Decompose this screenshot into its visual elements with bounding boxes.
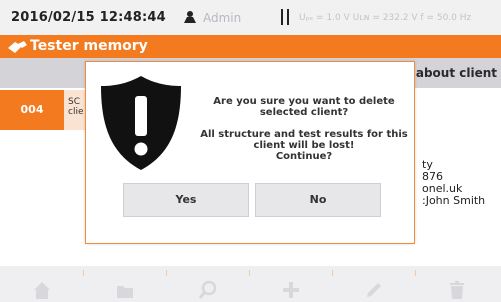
memory-icon: [8, 41, 27, 53]
no-button[interactable]: No: [255, 183, 381, 217]
client-details: ty 876 onel.uk :John Smith: [422, 159, 485, 207]
column-header-about-client: about client: [415, 66, 497, 80]
title-bar: Tester memory: [0, 35, 501, 58]
folder-icon: [117, 286, 133, 298]
warning-shield-icon: [101, 76, 181, 170]
status-bar: 2016/02/15 12:48:44 Admin Uₚₑ = 1.0 V Uʟ…: [0, 0, 501, 35]
folder-button[interactable]: [83, 266, 166, 302]
search-button[interactable]: [166, 266, 249, 302]
user-icon: [184, 11, 196, 23]
dialog-line: Continue?: [275, 151, 333, 162]
delete-icon: [450, 281, 464, 299]
plug-icon: [281, 9, 289, 25]
bottom-toolbar: [0, 266, 501, 302]
edit-button[interactable]: [332, 266, 415, 302]
confirm-delete-dialog: Are you sure you want to delete selected…: [85, 61, 415, 244]
dialog-line: Are you sure you want to delete: [213, 96, 395, 107]
dialog-line: All structure and test results for this: [200, 129, 408, 140]
dialog-message: Are you sure you want to delete selected…: [198, 96, 410, 162]
delete-button[interactable]: [415, 266, 498, 302]
datetime: 2016/02/15 12:48:44: [11, 10, 166, 25]
dialog-line: client will be lost!: [253, 140, 355, 151]
home-icon: [34, 282, 50, 299]
edit-icon: [367, 283, 381, 297]
client-row-id[interactable]: 004: [0, 90, 64, 130]
search-icon: [198, 280, 217, 299]
detail-line: :John Smith: [422, 194, 486, 207]
dialog-line: selected client?: [259, 107, 349, 118]
measurement-readout: Uₚₑ = 1.0 V Uʟɴ = 232.2 V f = 50.0 Hz: [299, 13, 472, 23]
home-button[interactable]: [0, 266, 83, 302]
yes-button[interactable]: Yes: [123, 183, 249, 217]
page-title: Tester memory: [30, 38, 148, 54]
add-icon: [283, 282, 299, 298]
add-button[interactable]: [249, 266, 332, 302]
user-name: Admin: [203, 11, 242, 25]
